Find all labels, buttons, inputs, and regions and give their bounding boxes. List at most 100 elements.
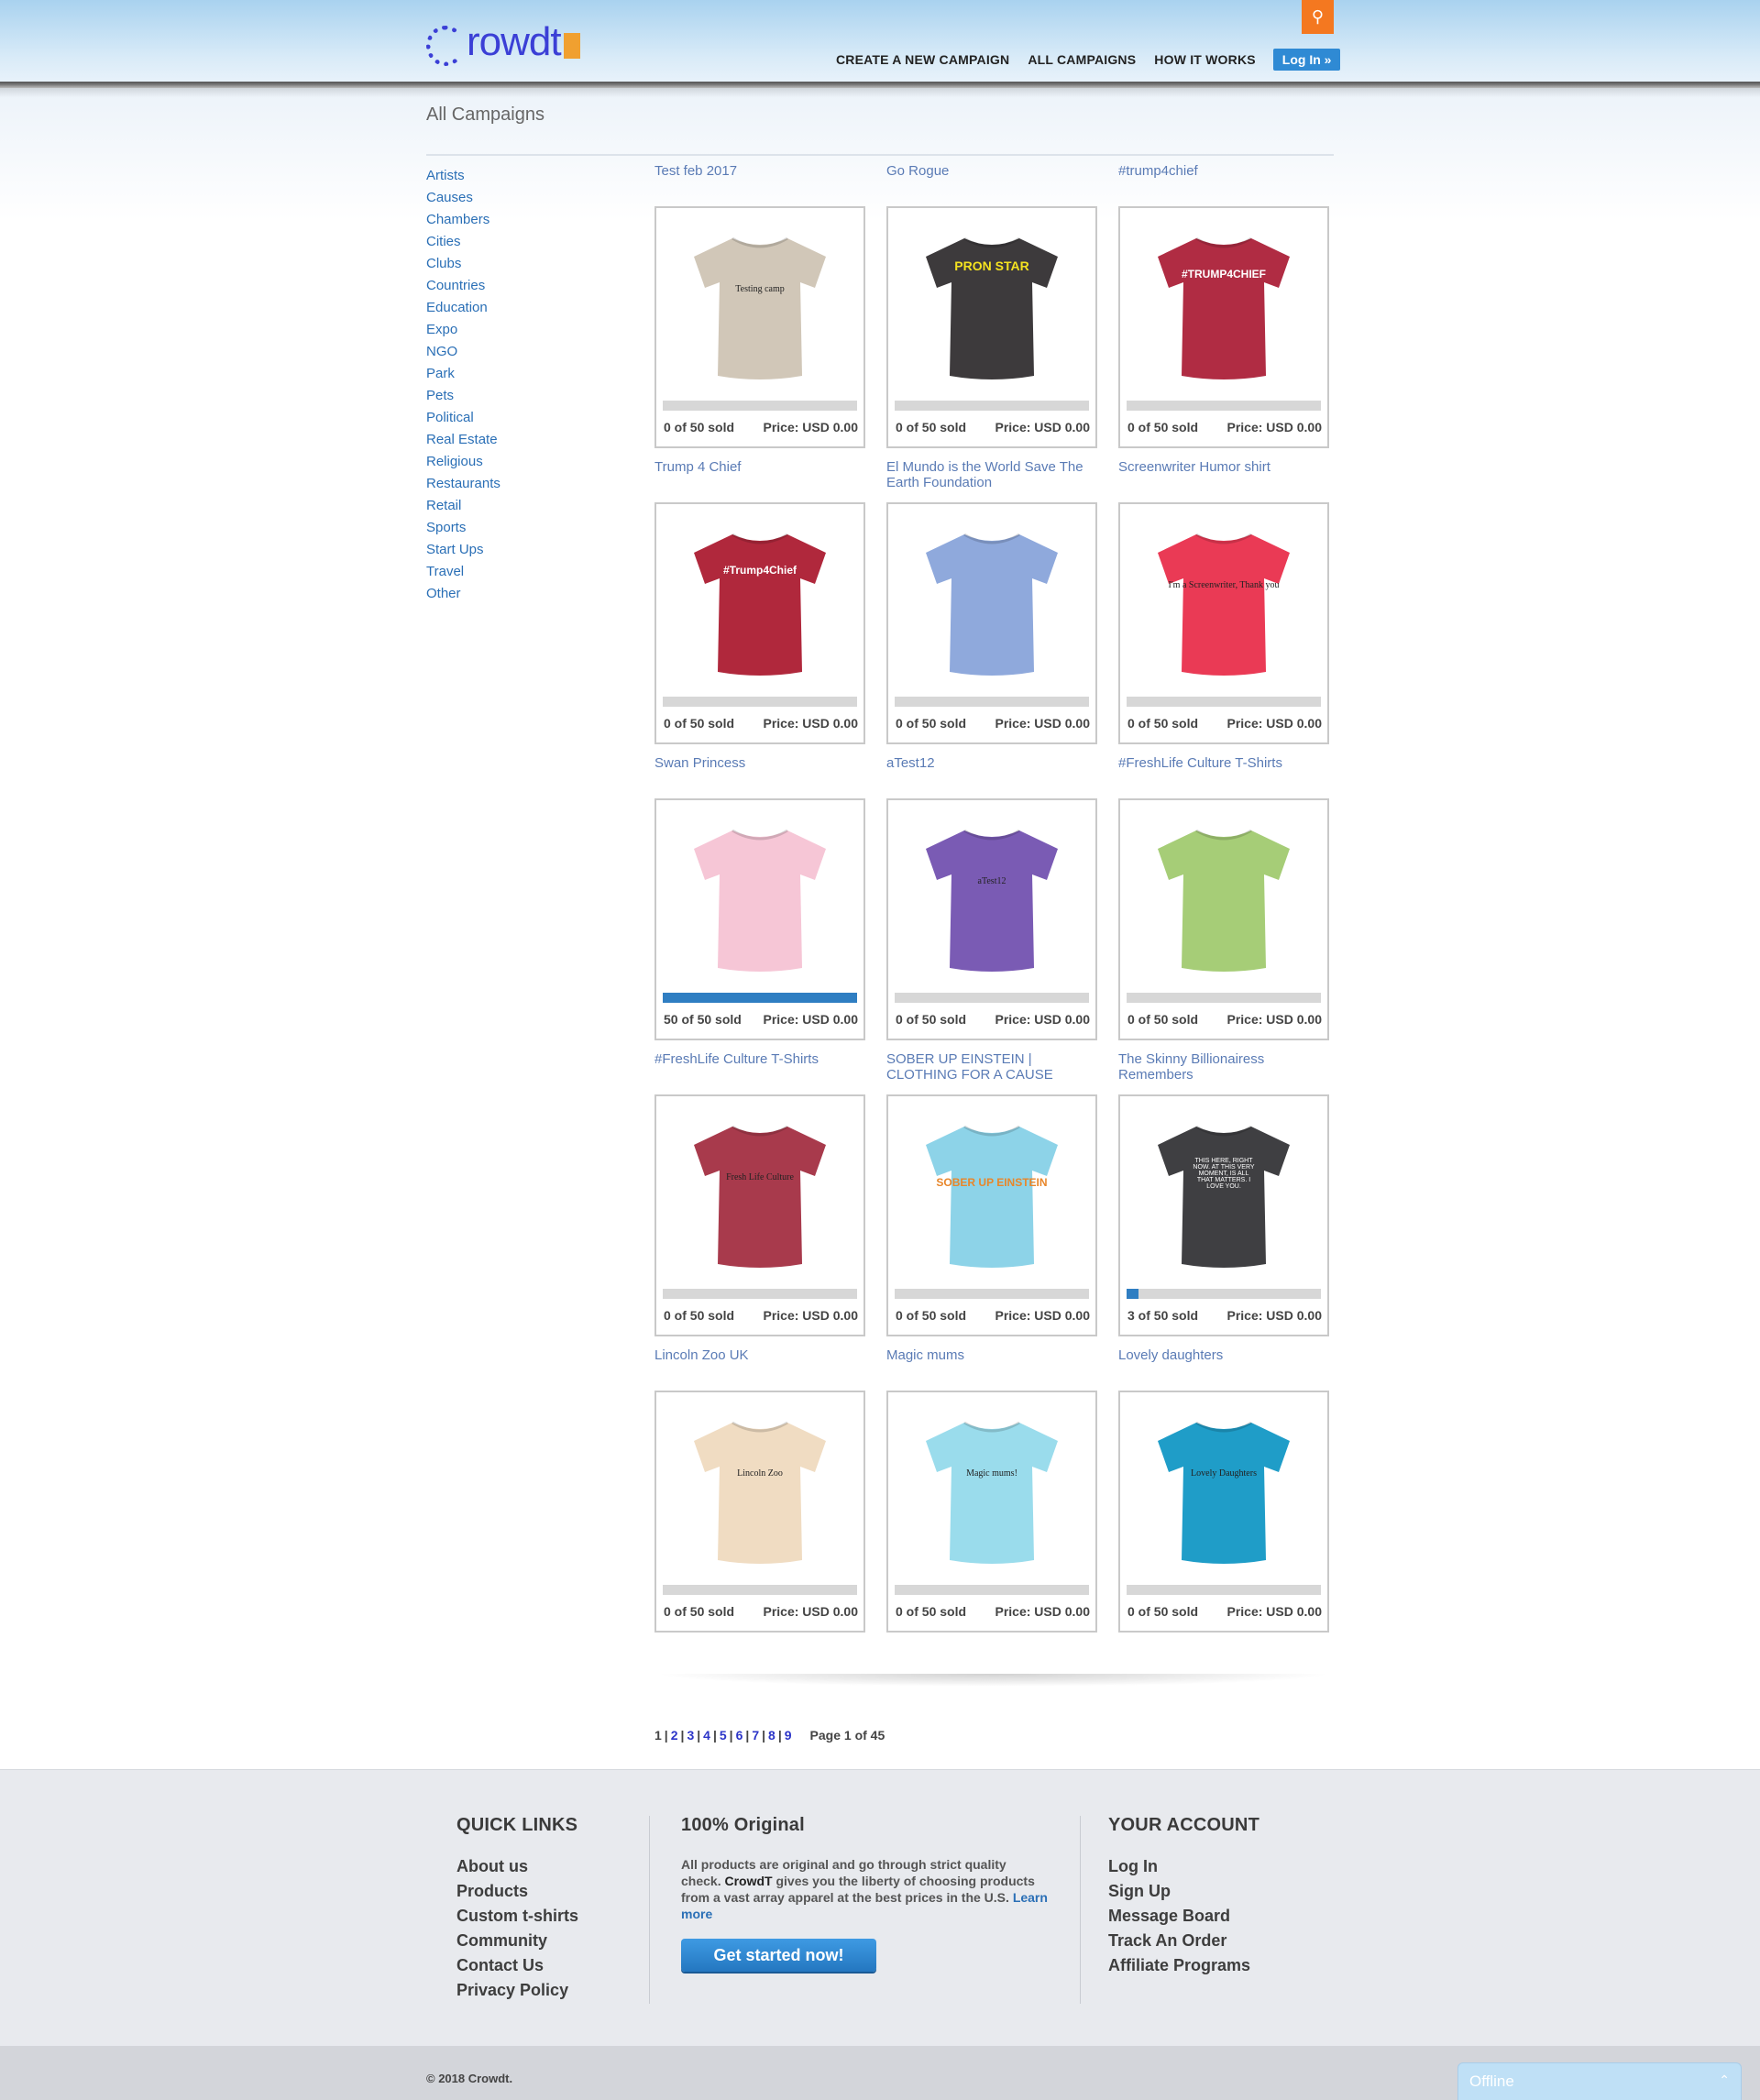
campaign-title[interactable]: Go Rogue <box>886 163 1097 197</box>
campaign-card[interactable]: SOBER UP EINSTEIN | CLOTHING FOR A CAUSE… <box>886 1051 1097 1336</box>
campaign-card[interactable]: El Mundo is the World Save The Earth Fou… <box>886 459 1097 744</box>
category-artists[interactable]: Artists <box>426 168 500 190</box>
campaign-title[interactable]: The Skinny Billionairess Remembers <box>1118 1051 1329 1085</box>
category-sports[interactable]: Sports <box>426 520 500 542</box>
campaign-card[interactable]: #FreshLife Culture T-Shirts Fresh Life Cu… <box>654 1051 865 1336</box>
campaign-box[interactable]: PRON STAR 0 of 50 sold Price: USD 0.00 <box>886 206 1097 448</box>
campaign-image[interactable]: #TRUMP4CHIEF <box>1127 214 1321 398</box>
campaign-title[interactable]: #FreshLife Culture T-Shirts <box>1118 755 1329 789</box>
login-button[interactable]: Log In » <box>1272 49 1341 71</box>
campaign-image[interactable]: Testing camp <box>663 214 857 398</box>
category-political[interactable]: Political <box>426 410 500 432</box>
category-start-ups[interactable]: Start Ups <box>426 542 500 564</box>
footer-link-custom-t-shirts[interactable]: Custom t-shirts <box>456 1906 578 1930</box>
account-link-message-board[interactable]: Message Board <box>1108 1906 1260 1930</box>
campaign-image[interactable]: Lovely Daughters <box>1127 1399 1321 1582</box>
campaign-card[interactable]: Magic mums Magic mums! 0 of 50 sold Price: … <box>886 1347 1097 1633</box>
campaign-title[interactable]: Swan Princess <box>654 755 865 789</box>
campaign-image[interactable]: Magic mums! <box>895 1399 1089 1582</box>
category-ngo[interactable]: NGO <box>426 344 500 366</box>
category-countries[interactable]: Countries <box>426 278 500 300</box>
page-link-4[interactable]: 4 <box>703 1728 710 1743</box>
footer-link-products[interactable]: Products <box>456 1881 578 1906</box>
campaign-title[interactable]: SOBER UP EINSTEIN | CLOTHING FOR A CAUSE <box>886 1051 1097 1085</box>
campaign-card[interactable]: Swan Princess 50 of 50 sold Price: USD 0.0… <box>654 755 865 1040</box>
nav-how-it-works[interactable]: HOW IT WORKS <box>1154 52 1256 67</box>
footer-link-contact-us[interactable]: Contact Us <box>456 1955 578 1980</box>
account-link-affiliate-programs[interactable]: Affiliate Programs <box>1108 1955 1260 1980</box>
campaign-image[interactable]: Fresh Life Culture <box>663 1103 857 1286</box>
campaign-image[interactable]: Lincoln Zoo <box>663 1399 857 1582</box>
page-link-8[interactable]: 8 <box>768 1728 776 1743</box>
category-retail[interactable]: Retail <box>426 498 500 520</box>
campaign-card[interactable]: Lovely daughters Lovely Daughters 0 of 50 … <box>1118 1347 1329 1633</box>
campaign-box[interactable]: SOBER UP EINSTEIN 0 of 50 sold Price: USD … <box>886 1094 1097 1336</box>
campaign-box[interactable]: #Trump4Chief 0 of 50 sold Price: USD 0.00 <box>654 502 865 744</box>
campaign-title[interactable]: #trump4chief <box>1118 163 1329 197</box>
campaign-card[interactable]: Trump 4 Chief #Trump4Chief 0 of 50 sold Pri… <box>654 459 865 744</box>
campaign-title[interactable]: Screenwriter Humor shirt <box>1118 459 1329 493</box>
category-pets[interactable]: Pets <box>426 388 500 410</box>
campaign-card[interactable]: Screenwriter Humor shirt I'm a Screenwrit… <box>1118 459 1329 744</box>
chat-widget[interactable]: Offline ⌃ <box>1458 2062 1742 2100</box>
campaign-card[interactable]: Go Rogue PRON STAR 0 of 50 sold Price: USD … <box>886 163 1097 448</box>
campaign-image[interactable] <box>895 511 1089 694</box>
campaign-box[interactable]: I'm a Screenwriter, Thank you 0 of 50 sol… <box>1118 502 1329 744</box>
campaign-card[interactable]: The Skinny Billionairess Remembers THIS H… <box>1118 1051 1329 1336</box>
campaign-image[interactable]: SOBER UP EINSTEIN <box>895 1103 1089 1286</box>
campaign-title[interactable]: El Mundo is the World Save The Earth Fou… <box>886 459 1097 493</box>
category-chambers[interactable]: Chambers <box>426 212 500 234</box>
page-link-3[interactable]: 3 <box>687 1728 694 1743</box>
campaign-box[interactable]: 50 of 50 sold Price: USD 0.00 <box>654 798 865 1040</box>
account-link-log-in[interactable]: Log In <box>1108 1856 1260 1881</box>
campaign-title[interactable]: #FreshLife Culture T-Shirts <box>654 1051 865 1085</box>
campaign-image[interactable] <box>663 807 857 990</box>
campaign-box[interactable]: 0 of 50 sold Price: USD 0.00 <box>1118 798 1329 1040</box>
campaign-title[interactable]: Lovely daughters <box>1118 1347 1329 1381</box>
campaign-box[interactable]: Magic mums! 0 of 50 sold Price: USD 0.00 <box>886 1391 1097 1633</box>
account-link-track-an-order[interactable]: Track An Order <box>1108 1930 1260 1955</box>
get-started-button[interactable]: Get started now! <box>681 1939 876 1972</box>
campaign-box[interactable]: 0 of 50 sold Price: USD 0.00 <box>886 502 1097 744</box>
footer-link-privacy-policy[interactable]: Privacy Policy <box>456 1980 578 2005</box>
category-travel[interactable]: Travel <box>426 564 500 586</box>
campaign-box[interactable]: THIS HERE, RIGHT NOW. AT THIS VERY MOMEN… <box>1118 1094 1329 1336</box>
campaign-card[interactable]: #trump4chief #TRUMP4CHIEF 0 of 50 sold Pric… <box>1118 163 1329 448</box>
campaign-box[interactable]: #TRUMP4CHIEF 0 of 50 sold Price: USD 0.00 <box>1118 206 1329 448</box>
category-education[interactable]: Education <box>426 300 500 322</box>
category-causes[interactable]: Causes <box>426 190 500 212</box>
page-link-2[interactable]: 2 <box>671 1728 678 1743</box>
campaign-image[interactable]: aTest12 <box>895 807 1089 990</box>
campaign-box[interactable]: Fresh Life Culture 0 of 50 sold Price: USD… <box>654 1094 865 1336</box>
footer-link-about-us[interactable]: About us <box>456 1856 578 1881</box>
account-link-sign-up[interactable]: Sign Up <box>1108 1881 1260 1906</box>
page-link-5[interactable]: 5 <box>720 1728 727 1743</box>
campaign-image[interactable]: #Trump4Chief <box>663 511 857 694</box>
campaign-image[interactable]: I'm a Screenwriter, Thank you <box>1127 511 1321 694</box>
category-park[interactable]: Park <box>426 366 500 388</box>
search-button[interactable]: ⚲ <box>1302 0 1334 34</box>
category-religious[interactable]: Religious <box>426 454 500 476</box>
page-link-6[interactable]: 6 <box>736 1728 743 1743</box>
campaign-image[interactable] <box>1127 807 1321 990</box>
category-clubs[interactable]: Clubs <box>426 256 500 278</box>
campaign-box[interactable]: aTest12 0 of 50 sold Price: USD 0.00 <box>886 798 1097 1040</box>
campaign-image[interactable]: PRON STAR <box>895 214 1089 398</box>
campaign-card[interactable]: #FreshLife Culture T-Shirts 0 of 50 sold P… <box>1118 755 1329 1040</box>
page-link-7[interactable]: 7 <box>752 1728 759 1743</box>
campaign-box[interactable]: Lincoln Zoo 0 of 50 sold Price: USD 0.00 <box>654 1391 865 1633</box>
nav-create-campaign[interactable]: CREATE A NEW CAMPAIGN <box>836 52 1009 67</box>
footer-link-community[interactable]: Community <box>456 1930 578 1955</box>
campaign-title[interactable]: Lincoln Zoo UK <box>654 1347 865 1381</box>
campaign-title[interactable]: Magic mums <box>886 1347 1097 1381</box>
campaign-card[interactable]: Test feb 2017 Testing camp 0 of 50 sold Pri… <box>654 163 865 448</box>
campaign-title[interactable]: Trump 4 Chief <box>654 459 865 493</box>
campaign-card[interactable]: aTest12 aTest12 0 of 50 sold Price: USD 0.0… <box>886 755 1097 1040</box>
category-expo[interactable]: Expo <box>426 322 500 344</box>
category-restaurants[interactable]: Restaurants <box>426 476 500 498</box>
category-cities[interactable]: Cities <box>426 234 500 256</box>
campaign-box[interactable]: Testing camp 0 of 50 sold Price: USD 0.00 <box>654 206 865 448</box>
campaign-box[interactable]: Lovely Daughters 0 of 50 sold Price: USD 0… <box>1118 1391 1329 1633</box>
crowdt-logo[interactable]: rowdt <box>426 16 580 66</box>
campaign-title[interactable]: Test feb 2017 <box>654 163 865 197</box>
